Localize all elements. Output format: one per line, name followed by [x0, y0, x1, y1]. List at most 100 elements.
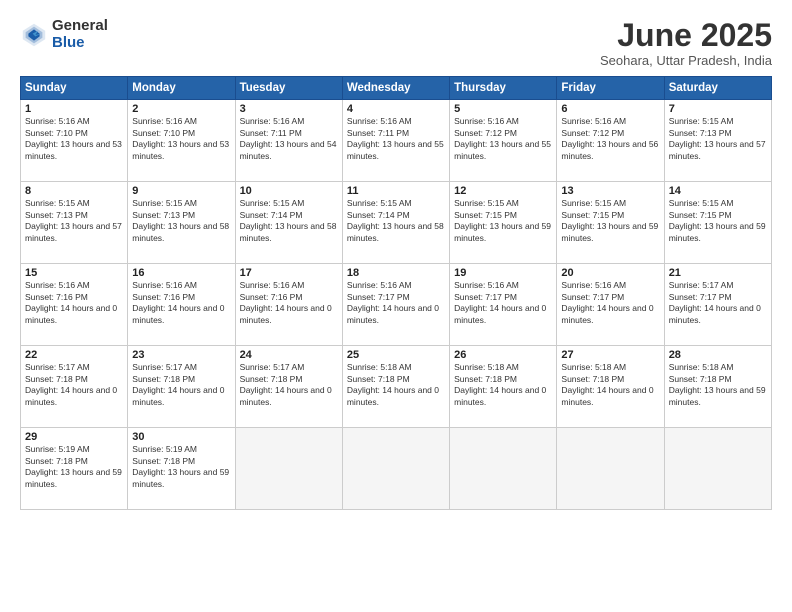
day-number: 27 — [561, 349, 659, 361]
title-area: June 2025 Seohara, Uttar Pradesh, India — [600, 18, 772, 68]
empty-cell — [342, 428, 449, 510]
day-number: 30 — [132, 431, 230, 443]
day-cell-17: 17 Sunrise: 5:16 AM Sunset: 7:16 PM Dayl… — [235, 264, 342, 346]
day-info: Sunrise: 5:15 AM Sunset: 7:14 PM Dayligh… — [240, 198, 338, 244]
day-cell-20: 20 Sunrise: 5:16 AM Sunset: 7:17 PM Dayl… — [557, 264, 664, 346]
day-cell-12: 12 Sunrise: 5:15 AM Sunset: 7:15 PM Dayl… — [450, 182, 557, 264]
empty-cell — [557, 428, 664, 510]
header-sunday: Sunday — [21, 77, 128, 100]
header: General Blue June 2025 Seohara, Uttar Pr… — [20, 18, 772, 68]
day-cell-29: 29 Sunrise: 5:19 AM Sunset: 7:18 PM Dayl… — [21, 428, 128, 510]
day-number: 10 — [240, 185, 338, 197]
day-number: 20 — [561, 267, 659, 279]
day-info: Sunrise: 5:18 AM Sunset: 7:18 PM Dayligh… — [669, 362, 767, 408]
day-cell-11: 11 Sunrise: 5:15 AM Sunset: 7:14 PM Dayl… — [342, 182, 449, 264]
day-number: 11 — [347, 185, 445, 197]
day-number: 19 — [454, 267, 552, 279]
day-cell-4: 4 Sunrise: 5:16 AM Sunset: 7:11 PM Dayli… — [342, 100, 449, 182]
day-cell-25: 25 Sunrise: 5:18 AM Sunset: 7:18 PM Dayl… — [342, 346, 449, 428]
calendar-week-3: 15 Sunrise: 5:16 AM Sunset: 7:16 PM Dayl… — [21, 264, 772, 346]
header-thursday: Thursday — [450, 77, 557, 100]
day-info: Sunrise: 5:17 AM Sunset: 7:18 PM Dayligh… — [25, 362, 123, 408]
day-number: 4 — [347, 103, 445, 115]
logo-text: General Blue — [52, 18, 108, 51]
day-number: 2 — [132, 103, 230, 115]
day-cell-22: 22 Sunrise: 5:17 AM Sunset: 7:18 PM Dayl… — [21, 346, 128, 428]
day-cell-27: 27 Sunrise: 5:18 AM Sunset: 7:18 PM Dayl… — [557, 346, 664, 428]
day-info: Sunrise: 5:19 AM Sunset: 7:18 PM Dayligh… — [25, 444, 123, 490]
location-subtitle: Seohara, Uttar Pradesh, India — [600, 53, 772, 68]
logo-icon — [20, 21, 48, 49]
day-number: 1 — [25, 103, 123, 115]
day-number: 23 — [132, 349, 230, 361]
day-number: 28 — [669, 349, 767, 361]
logo-blue: Blue — [52, 35, 108, 52]
day-number: 13 — [561, 185, 659, 197]
calendar-header-row: Sunday Monday Tuesday Wednesday Thursday… — [21, 77, 772, 100]
day-info: Sunrise: 5:16 AM Sunset: 7:17 PM Dayligh… — [561, 280, 659, 326]
day-info: Sunrise: 5:15 AM Sunset: 7:15 PM Dayligh… — [561, 198, 659, 244]
empty-cell — [450, 428, 557, 510]
day-number: 21 — [669, 267, 767, 279]
day-number: 17 — [240, 267, 338, 279]
day-info: Sunrise: 5:16 AM Sunset: 7:10 PM Dayligh… — [132, 116, 230, 162]
day-info: Sunrise: 5:16 AM Sunset: 7:11 PM Dayligh… — [240, 116, 338, 162]
header-wednesday: Wednesday — [342, 77, 449, 100]
day-cell-13: 13 Sunrise: 5:15 AM Sunset: 7:15 PM Dayl… — [557, 182, 664, 264]
day-number: 25 — [347, 349, 445, 361]
day-number: 7 — [669, 103, 767, 115]
day-number: 14 — [669, 185, 767, 197]
calendar-week-4: 22 Sunrise: 5:17 AM Sunset: 7:18 PM Dayl… — [21, 346, 772, 428]
day-cell-21: 21 Sunrise: 5:17 AM Sunset: 7:17 PM Dayl… — [664, 264, 771, 346]
day-cell-18: 18 Sunrise: 5:16 AM Sunset: 7:17 PM Dayl… — [342, 264, 449, 346]
day-cell-28: 28 Sunrise: 5:18 AM Sunset: 7:18 PM Dayl… — [664, 346, 771, 428]
day-info: Sunrise: 5:17 AM Sunset: 7:18 PM Dayligh… — [240, 362, 338, 408]
day-info: Sunrise: 5:16 AM Sunset: 7:17 PM Dayligh… — [454, 280, 552, 326]
header-saturday: Saturday — [664, 77, 771, 100]
day-cell-10: 10 Sunrise: 5:15 AM Sunset: 7:14 PM Dayl… — [235, 182, 342, 264]
month-title: June 2025 — [600, 18, 772, 53]
calendar-week-1: 1 Sunrise: 5:16 AM Sunset: 7:10 PM Dayli… — [21, 100, 772, 182]
day-info: Sunrise: 5:16 AM Sunset: 7:12 PM Dayligh… — [561, 116, 659, 162]
day-info: Sunrise: 5:16 AM Sunset: 7:11 PM Dayligh… — [347, 116, 445, 162]
day-info: Sunrise: 5:18 AM Sunset: 7:18 PM Dayligh… — [347, 362, 445, 408]
day-number: 5 — [454, 103, 552, 115]
header-monday: Monday — [128, 77, 235, 100]
day-cell-24: 24 Sunrise: 5:17 AM Sunset: 7:18 PM Dayl… — [235, 346, 342, 428]
day-number: 22 — [25, 349, 123, 361]
day-number: 26 — [454, 349, 552, 361]
day-number: 16 — [132, 267, 230, 279]
empty-cell — [235, 428, 342, 510]
day-info: Sunrise: 5:15 AM Sunset: 7:15 PM Dayligh… — [669, 198, 767, 244]
day-info: Sunrise: 5:16 AM Sunset: 7:10 PM Dayligh… — [25, 116, 123, 162]
header-friday: Friday — [557, 77, 664, 100]
day-cell-26: 26 Sunrise: 5:18 AM Sunset: 7:18 PM Dayl… — [450, 346, 557, 428]
day-cell-15: 15 Sunrise: 5:16 AM Sunset: 7:16 PM Dayl… — [21, 264, 128, 346]
day-number: 8 — [25, 185, 123, 197]
day-info: Sunrise: 5:16 AM Sunset: 7:16 PM Dayligh… — [240, 280, 338, 326]
day-cell-23: 23 Sunrise: 5:17 AM Sunset: 7:18 PM Dayl… — [128, 346, 235, 428]
day-cell-30: 30 Sunrise: 5:19 AM Sunset: 7:18 PM Dayl… — [128, 428, 235, 510]
calendar-table: Sunday Monday Tuesday Wednesday Thursday… — [20, 76, 772, 510]
day-info: Sunrise: 5:16 AM Sunset: 7:16 PM Dayligh… — [25, 280, 123, 326]
day-info: Sunrise: 5:15 AM Sunset: 7:15 PM Dayligh… — [454, 198, 552, 244]
day-info: Sunrise: 5:15 AM Sunset: 7:13 PM Dayligh… — [132, 198, 230, 244]
day-info: Sunrise: 5:16 AM Sunset: 7:12 PM Dayligh… — [454, 116, 552, 162]
day-info: Sunrise: 5:19 AM Sunset: 7:18 PM Dayligh… — [132, 444, 230, 490]
day-cell-5: 5 Sunrise: 5:16 AM Sunset: 7:12 PM Dayli… — [450, 100, 557, 182]
day-info: Sunrise: 5:18 AM Sunset: 7:18 PM Dayligh… — [454, 362, 552, 408]
day-number: 6 — [561, 103, 659, 115]
day-info: Sunrise: 5:16 AM Sunset: 7:16 PM Dayligh… — [132, 280, 230, 326]
calendar-page: General Blue June 2025 Seohara, Uttar Pr… — [0, 0, 792, 612]
day-number: 29 — [25, 431, 123, 443]
day-number: 18 — [347, 267, 445, 279]
day-cell-2: 2 Sunrise: 5:16 AM Sunset: 7:10 PM Dayli… — [128, 100, 235, 182]
day-cell-3: 3 Sunrise: 5:16 AM Sunset: 7:11 PM Dayli… — [235, 100, 342, 182]
day-number: 24 — [240, 349, 338, 361]
day-number: 3 — [240, 103, 338, 115]
day-number: 12 — [454, 185, 552, 197]
day-number: 15 — [25, 267, 123, 279]
day-cell-1: 1 Sunrise: 5:16 AM Sunset: 7:10 PM Dayli… — [21, 100, 128, 182]
day-cell-19: 19 Sunrise: 5:16 AM Sunset: 7:17 PM Dayl… — [450, 264, 557, 346]
day-cell-7: 7 Sunrise: 5:15 AM Sunset: 7:13 PM Dayli… — [664, 100, 771, 182]
